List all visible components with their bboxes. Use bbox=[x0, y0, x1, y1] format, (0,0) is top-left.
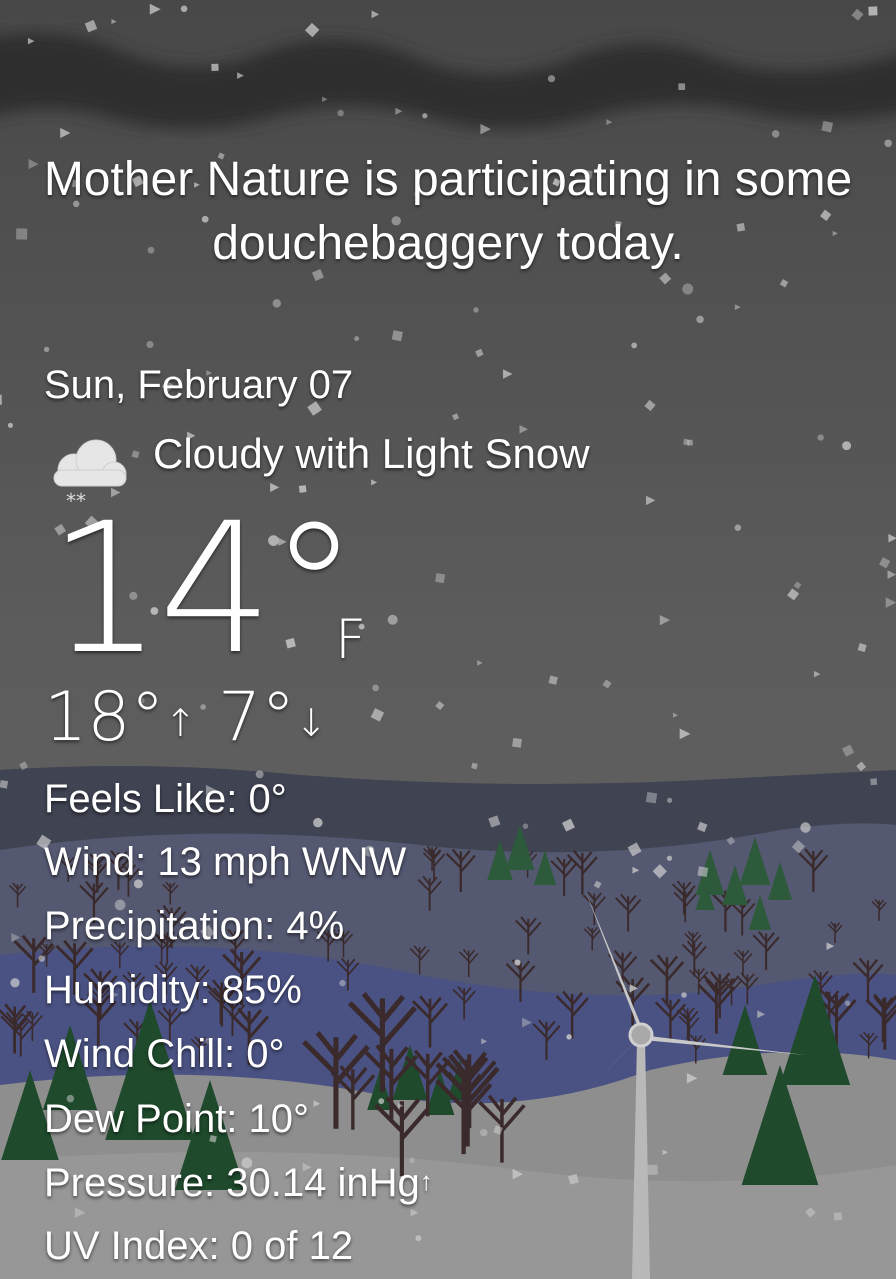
condition-label: Cloudy with Light Snow bbox=[153, 430, 590, 477]
arrow-up-icon: ↑ bbox=[164, 701, 197, 745]
date-label: Sun, February 07 bbox=[44, 363, 354, 407]
snowflake bbox=[0, 394, 2, 405]
snowflake bbox=[833, 1212, 842, 1221]
arrow-up-icon: ↑ bbox=[419, 1166, 433, 1196]
snowflake bbox=[683, 438, 690, 446]
precipitation: Precipitation: 4% bbox=[44, 904, 345, 948]
snowflake bbox=[272, 299, 281, 308]
snowflake bbox=[681, 992, 687, 998]
snowflake bbox=[10, 978, 20, 988]
snowflake bbox=[512, 737, 522, 748]
snowflake bbox=[43, 346, 50, 353]
snowflake bbox=[817, 434, 824, 441]
snowflake bbox=[38, 955, 45, 962]
arrow-down-icon: ↓ bbox=[295, 701, 328, 745]
dew-point: Dew Point: 10° bbox=[44, 1097, 310, 1141]
snowflake bbox=[547, 75, 556, 83]
snowflake bbox=[422, 113, 428, 119]
snowflake bbox=[146, 340, 154, 349]
snowflake bbox=[666, 855, 673, 861]
high-temperature: 18° bbox=[44, 678, 165, 757]
snowflake bbox=[522, 823, 529, 829]
snowflake bbox=[821, 120, 834, 133]
snowflake bbox=[868, 6, 878, 16]
snowflake bbox=[372, 684, 379, 692]
snowflake bbox=[7, 422, 13, 428]
snowflake bbox=[697, 866, 709, 878]
snowflake bbox=[387, 614, 398, 625]
wind-chill: Wind Chill: 0° bbox=[44, 1032, 285, 1076]
snowflake bbox=[391, 330, 403, 342]
wind: Wind: 13 mph WNW bbox=[44, 840, 407, 884]
snowflake bbox=[647, 1164, 658, 1176]
snowflake bbox=[678, 83, 686, 91]
feels-like: Feels Like: 0° bbox=[44, 777, 287, 821]
snowflake bbox=[645, 792, 658, 804]
high-low-temperatures: 18°↑ 7°↓ bbox=[44, 678, 327, 757]
pressure-label: Pressure: 30.14 inHg bbox=[44, 1161, 420, 1205]
current-temperature: 14° bbox=[48, 485, 359, 694]
uv-index: UV Index: 0 of 12 bbox=[44, 1224, 354, 1268]
snowflake bbox=[180, 5, 188, 13]
snowflake bbox=[415, 1235, 422, 1242]
snowflake bbox=[734, 524, 742, 531]
snowflake bbox=[339, 979, 346, 987]
humidity: Humidity: 85% bbox=[44, 968, 302, 1012]
snowflake bbox=[435, 573, 446, 584]
snowflake bbox=[631, 342, 638, 349]
snowflake bbox=[514, 959, 521, 966]
snowflake bbox=[378, 1098, 385, 1105]
snowflake bbox=[211, 63, 219, 72]
snowflake bbox=[479, 1128, 488, 1137]
low-temperature: 7° bbox=[218, 678, 296, 757]
snowflake bbox=[771, 130, 780, 138]
snowflake bbox=[313, 817, 323, 828]
headline: Mother Nature is participating in some d… bbox=[43, 153, 853, 270]
snowflake bbox=[884, 139, 893, 148]
snowflake bbox=[842, 441, 852, 451]
snowflake bbox=[337, 109, 344, 117]
snowflake bbox=[0, 780, 9, 789]
snowflake bbox=[354, 336, 360, 342]
snowflake bbox=[844, 1000, 851, 1007]
temperature-unit: F bbox=[335, 608, 367, 671]
snowflake bbox=[566, 1034, 572, 1040]
snowflake bbox=[800, 822, 811, 833]
snowflake bbox=[682, 283, 694, 295]
snowflake bbox=[696, 315, 704, 324]
pressure: Pressure: 30.14 inHg↑ bbox=[44, 1161, 433, 1206]
snowflake bbox=[870, 778, 878, 786]
snowflake bbox=[473, 307, 479, 313]
snowflake bbox=[667, 797, 673, 803]
